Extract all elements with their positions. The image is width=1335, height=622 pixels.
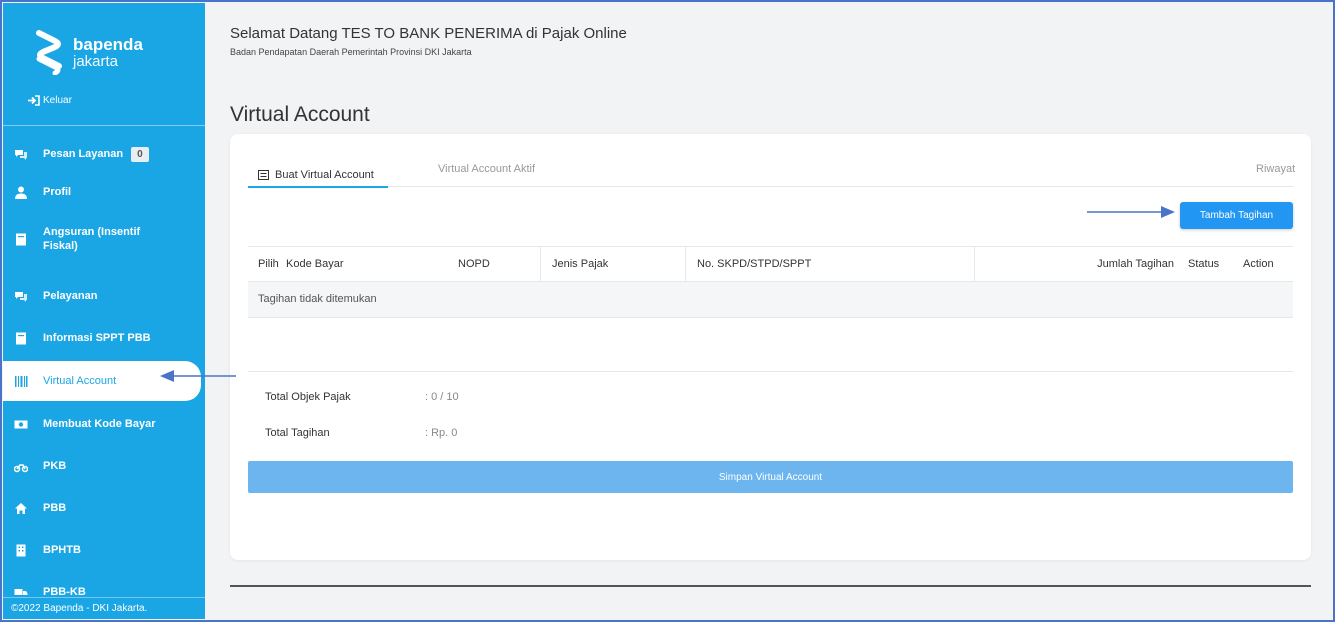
brand-name: bapenda: [73, 34, 143, 54]
sidebar-item-pesan-layanan[interactable]: Pesan Layanan 0: [3, 141, 205, 167]
column-header: Jenis Pajak: [540, 247, 608, 282]
list-icon: [258, 170, 269, 180]
column-header: NOPD: [458, 258, 490, 270]
page-title: Virtual Account: [230, 103, 370, 126]
tab-virtual-account-aktif[interactable]: Virtual Account Aktif: [438, 163, 535, 175]
sidebar: bapenda jakarta Keluar Pesan Layanan 0 P…: [3, 3, 205, 619]
tagihan-table: Pilih Kode Bayar NOPD Jenis Pajak No. SK…: [248, 246, 1293, 318]
chat-icon: [15, 149, 27, 160]
motorcycle-icon: [14, 463, 28, 472]
logout-label: Keluar: [43, 95, 72, 106]
column-header: Kode Bayar: [286, 258, 344, 270]
total-tagihan-value: : Rp. 0: [425, 427, 458, 439]
sidebar-item-label: PBB: [43, 501, 67, 514]
sidebar-item-label: BPHTB: [43, 543, 81, 556]
sidebar-item-label: Profil: [43, 185, 72, 198]
annotation-arrow-left: [160, 370, 236, 382]
sidebar-item-profil[interactable]: Profil: [3, 179, 205, 205]
bapenda-logo-icon: [36, 30, 62, 75]
book-icon: [16, 233, 26, 245]
section-divider: [248, 371, 1293, 372]
building-icon: [16, 544, 26, 556]
home-icon: [15, 502, 27, 514]
brand-region: jakarta: [73, 52, 119, 70]
sidebar-item-label: PKB: [43, 459, 67, 472]
annotation-arrow-right: [1087, 206, 1175, 218]
empty-table-message: Tagihan tidak ditemukan: [248, 282, 1293, 318]
sidebar-item-bphtb[interactable]: BPHTB: [3, 537, 205, 563]
table-header: Pilih Kode Bayar NOPD Jenis Pajak No. SK…: [248, 246, 1293, 282]
sidebar-item-pelayanan[interactable]: Pelayanan: [3, 283, 205, 309]
sidebar-item-informasi-sppt-pbb[interactable]: Informasi SPPT PBB: [3, 325, 205, 351]
welcome-message: Selamat Datang TES TO BANK PENERIMA di P…: [230, 25, 627, 42]
sidebar-item-pkb[interactable]: PKB: [3, 453, 205, 479]
total-tagihan-label: Total Tagihan: [265, 427, 330, 439]
tab-buat-virtual-account[interactable]: Buat Virtual Account: [248, 163, 388, 188]
column-header: Action: [1243, 258, 1274, 270]
tab-label: Virtual Account Aktif: [438, 163, 536, 175]
barcode-icon: [15, 375, 28, 387]
sidebar-item-label: Virtual Account: [43, 374, 117, 387]
tambah-tagihan-button[interactable]: Tambah Tagihan: [1180, 202, 1293, 229]
total-objek-pajak-label: Total Objek Pajak: [265, 391, 351, 403]
sidebar-item-angsuran[interactable]: Angsuran (Insentif Fiskal): [3, 223, 205, 255]
virtual-account-card: Buat Virtual Account Virtual Account Akt…: [230, 134, 1311, 560]
sidebar-footer: ©2022 Bapenda - DKI Jakarta.: [3, 597, 205, 619]
sidebar-divider: [3, 125, 205, 126]
sidebar-item-membuat-kode-bayar[interactable]: Membuat Kode Bayar: [3, 411, 205, 437]
brand-logo[interactable]: bapenda jakarta: [33, 29, 143, 75]
book-icon: [16, 332, 26, 344]
agency-subtitle: Badan Pendapatan Daerah Pemerintah Provi…: [230, 47, 472, 57]
sidebar-item-label: Membuat Kode Bayar: [43, 417, 156, 430]
chat-icon: [15, 291, 27, 302]
footer-rule: [230, 585, 1311, 587]
column-header: Status: [1188, 258, 1220, 270]
simpan-virtual-account-button[interactable]: Simpan Virtual Account: [248, 461, 1293, 493]
sidebar-item-label: Pelayanan: [43, 289, 98, 302]
column-header: Jumlah Tagihan: [974, 247, 1174, 282]
column-header: No. SKPD/STPD/SPPT: [685, 247, 811, 282]
money-icon: [14, 420, 28, 428]
tab-label: Buat Virtual Account: [275, 169, 374, 181]
total-objek-pajak-value: : 0 / 10: [425, 391, 459, 403]
logout-icon: [28, 95, 40, 106]
user-icon: [15, 186, 27, 199]
sidebar-item-label: Pesan Layanan: [43, 147, 124, 160]
tab-bar: Buat Virtual Account Virtual Account Akt…: [248, 159, 1295, 188]
tab-riwayat[interactable]: Riwayat: [1256, 163, 1295, 175]
message-count-badge: 0: [131, 146, 149, 162]
sidebar-item-label: Informasi SPPT PBB: [43, 331, 151, 344]
logout-link[interactable]: Keluar: [27, 95, 72, 106]
sidebar-item-label: Angsuran (Insentif Fiskal): [43, 225, 141, 252]
column-header: Pilih: [258, 258, 279, 270]
tab-label: Riwayat: [1256, 163, 1296, 175]
sidebar-item-pbb[interactable]: PBB: [3, 495, 205, 521]
